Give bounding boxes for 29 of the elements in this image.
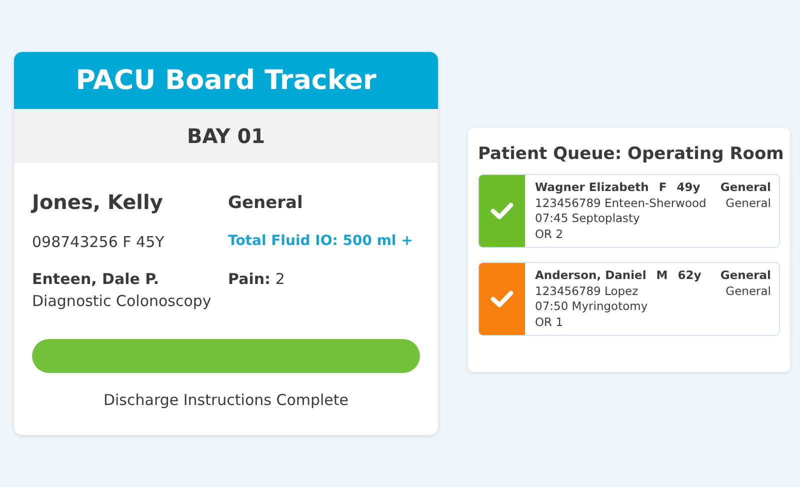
patient-id: 123456789 Lopez — [535, 284, 638, 300]
patient-id: 123456789 Enteen-Sherwood — [535, 196, 706, 212]
patient-sex: M — [656, 268, 668, 284]
service-label: General — [720, 268, 771, 284]
check-icon — [490, 201, 514, 222]
room-label: OR 1 — [535, 314, 564, 330]
sub-service: General — [726, 196, 771, 212]
sub-service: General — [726, 284, 771, 300]
room-label: OR 2 — [535, 226, 564, 242]
check-icon — [490, 289, 514, 310]
patient-name: Wagner Elizabeth — [535, 180, 649, 196]
procedure-time: 07:45 Septoplasty — [535, 211, 641, 227]
pain-score: Pain: 2 — [228, 268, 286, 290]
procedure-name: Diagnostic Colonoscopy — [32, 291, 212, 312]
surgeon-name: Enteen, Dale P. — [32, 268, 160, 290]
patient-info: 098743256 F 45Y — [32, 232, 166, 254]
bay-label: BAY 01 — [14, 109, 438, 164]
progress-caption: Discharge Instructions Complete — [102, 390, 350, 411]
patient-name: Jones, Kelly — [32, 189, 164, 216]
service-label: General — [228, 192, 304, 216]
patient-name: Anderson, Daniel — [535, 268, 646, 284]
fluid-total: Total Fluid IO: 500 ml + — [228, 232, 414, 252]
patient-age: 62y — [678, 268, 702, 284]
service-label: General — [720, 180, 771, 196]
queue-title: Patient Queue: Operating Room — [478, 144, 780, 164]
patient-age: 49y — [676, 180, 700, 196]
procedure-time: 07:50 Myringotomy — [535, 299, 649, 315]
patient-sex: F — [658, 180, 667, 196]
board-title: PACU Board Tracker — [14, 52, 438, 110]
